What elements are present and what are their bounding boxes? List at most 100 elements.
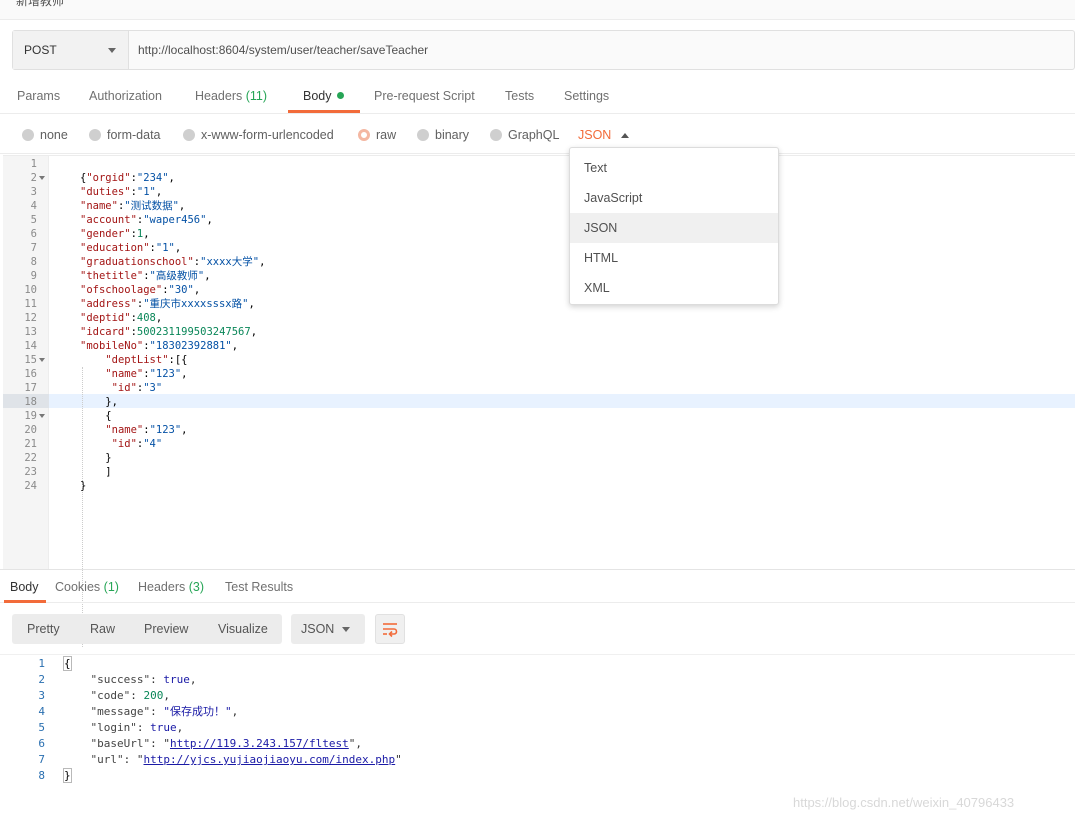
code-line: } [105, 452, 112, 464]
tab-settings[interactable]: Settings [564, 89, 609, 103]
response-value: true [163, 673, 190, 686]
wrap-lines-button[interactable] [375, 614, 405, 644]
resp-tab-body[interactable]: Body [10, 580, 39, 594]
tab-tests[interactable]: Tests [505, 89, 534, 103]
response-url-link[interactable]: http://yjcs.yujiaojiaoyu.com/index.php [144, 753, 396, 766]
resp-tab-headers-label: Headers [138, 580, 186, 594]
code-line: } [80, 480, 87, 492]
fold-arrow-icon[interactable] [39, 176, 45, 180]
resp-tab-headers[interactable]: Headers (3) [138, 580, 204, 594]
code-line: "idcard":500231199503247567, [80, 326, 258, 338]
response-code: { "success": true, "code": 200, "message… [63, 656, 402, 784]
tab-prerequest-script[interactable]: Pre-request Script [374, 89, 475, 103]
resp-tab-test-results[interactable]: Test Results [225, 580, 293, 594]
format-option-text[interactable]: Text [570, 153, 778, 183]
line-number: 24 [24, 480, 37, 492]
method-select[interactable]: POST [13, 31, 129, 69]
format-option-xml[interactable]: XML [570, 273, 778, 303]
radio-off-icon [183, 129, 195, 141]
line-number: 15 [3, 353, 45, 367]
response-language-select[interactable]: JSON [291, 614, 365, 644]
line-number: 21 [24, 438, 37, 450]
tab-headers-label: Headers [195, 89, 243, 103]
body-type-options: none form-data x-www-form-urlencoded raw… [0, 114, 1075, 154]
code-line: "thetitle":"高级教师", [80, 270, 211, 282]
response-key: "message" [90, 705, 151, 718]
tab-body[interactable]: Body [303, 89, 344, 103]
response-line-number: 4 [38, 705, 45, 718]
response-code-line: "success": true, [90, 673, 197, 686]
response-value: 200 [143, 689, 164, 702]
radio-off-icon [417, 129, 429, 141]
view-visualize-button[interactable]: Visualize [218, 622, 268, 636]
line-number: 5 [30, 214, 37, 226]
view-pretty-button[interactable]: Pretty [27, 622, 60, 636]
response-line-number: 7 [38, 753, 45, 766]
radio-form-data-label: form-data [107, 128, 161, 142]
fold-arrow-icon[interactable] [39, 358, 45, 362]
resp-headers-count: (3) [188, 580, 205, 594]
response-line-number: 5 [38, 721, 45, 734]
code-line: "graduationschool":"xxxx大学", [80, 256, 266, 268]
code-line: "id":"4" [111, 438, 163, 450]
code-line: "name":"123", [105, 368, 188, 380]
wrap-lines-icon [383, 623, 398, 638]
format-select[interactable]: JSON [578, 128, 611, 142]
line-number: 1 [30, 158, 37, 170]
watermark: https://blog.csdn.net/weixin_40796433 [793, 795, 1015, 810]
line-number: 20 [24, 424, 37, 436]
radio-binary[interactable]: binary [417, 128, 469, 142]
chevron-down-icon [342, 627, 350, 632]
radio-graphql[interactable]: GraphQL [490, 128, 559, 142]
method-label: POST [24, 43, 57, 57]
code-line: "name":"测试数据", [80, 200, 186, 212]
response-line-number: 8 [38, 769, 45, 782]
response-tabs: Body Cookies (1) Headers (3) Test Result… [0, 569, 1075, 603]
code-line: {"orgid":"234", [80, 172, 175, 184]
request-tabs: Params Authorization Headers (11) Body P… [0, 80, 1075, 114]
line-number: 4 [30, 200, 37, 212]
line-number: 10 [24, 284, 37, 296]
tab-headers[interactable]: Headers (11) [195, 89, 267, 103]
active-resp-tab-indicator [4, 600, 46, 603]
code-line: "address":"重庆市xxxxsssx路", [80, 298, 255, 310]
url-input[interactable]: http://localhost:8604/system/user/teache… [138, 43, 428, 57]
format-option-html[interactable]: HTML [570, 243, 778, 273]
line-number: 3 [30, 186, 37, 198]
radio-none[interactable]: none [22, 128, 68, 142]
response-key: "success" [90, 673, 151, 686]
radio-form-data[interactable]: form-data [89, 128, 161, 142]
editor-code[interactable]: {"orgid":"234", "duties":"1", "name":"测试数据… [80, 157, 265, 493]
line-number: 6 [30, 228, 37, 240]
code-line: "gender":1, [80, 228, 150, 240]
tab-authorization[interactable]: Authorization [89, 89, 162, 103]
fold-arrow-icon[interactable] [39, 414, 45, 418]
view-raw-button[interactable]: Raw [90, 622, 115, 636]
response-code-line: "login": true, [90, 721, 184, 734]
response-key: "code" [90, 689, 131, 702]
response-code-line: { [63, 656, 402, 672]
editor-line-numbers: 1 2 3 4 5 6 7 8 9 10 11 12 13 14 15 16 17 18 19 20 21 22 23 24 [3, 157, 45, 493]
line-number: 2 [3, 171, 45, 185]
line-number: 11 [24, 298, 37, 310]
line-number: 16 [24, 368, 37, 380]
response-code-line: } [63, 768, 402, 784]
line-number: 7 [30, 242, 37, 254]
request-body-editor[interactable]: 1 2 3 4 5 6 7 8 9 10 11 12 13 14 15 16 17 18 19 20 21 22 23 24 … [3, 155, 1075, 647]
format-option-javascript[interactable]: JavaScript [570, 183, 778, 213]
line-number: 8 [30, 256, 37, 268]
response-url-link[interactable]: http://119.3.243.157/fltest [170, 737, 349, 750]
request-name: 新增教师 [16, 0, 65, 8]
tab-params[interactable]: Params [17, 89, 60, 103]
view-preview-button[interactable]: Preview [144, 622, 188, 636]
radio-urlencoded[interactable]: x-www-form-urlencoded [183, 128, 334, 142]
active-tab-indicator [288, 110, 360, 113]
response-line-number: 6 [38, 737, 45, 750]
format-option-json[interactable]: JSON [570, 213, 778, 243]
code-line: "deptList":[{ [105, 354, 188, 366]
view-mode-bar: Pretty Raw Preview Visualize [12, 614, 282, 644]
resp-tab-cookies[interactable]: Cookies (1) [55, 580, 119, 594]
radio-raw[interactable]: raw [358, 128, 396, 142]
code-line: "deptid":408, [80, 312, 163, 324]
response-line-number: 2 [38, 673, 45, 686]
